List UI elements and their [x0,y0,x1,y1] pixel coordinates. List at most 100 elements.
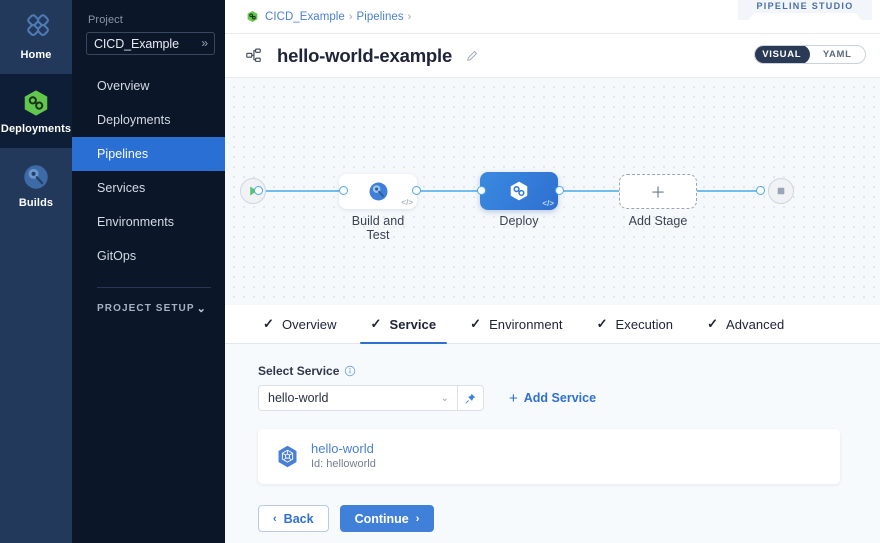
service-select-row: hello-world ⌄ + Add Service [258,385,880,411]
service-card-text: hello-world Id: helloworld [311,441,376,472]
stage-card-build-and-test[interactable]: </> [339,174,417,209]
service-config-panel: Select Service hello-world ⌄ [225,344,880,543]
pipeline-end-node[interactable] [768,178,794,204]
sidebar-section-project-setup[interactable]: PROJECT SETUP ⌄ [72,288,225,315]
wizard-button-row: ‹ Back Continue › [258,505,434,532]
check-icon: ✓ [371,316,382,332]
stage-config-tabs: ✓ Overview ✓ Service ✓ Environment ✓ Exe… [225,305,880,344]
breadcrumb-item-project[interactable]: CICD_Example [265,11,345,23]
rail-item-label: Home [21,49,52,61]
breadcrumb-bar: CICD_Example › Pipelines › PIPELINE STUD… [225,0,880,34]
pin-icon [464,392,477,405]
pipeline-flow: </> Build and Test </> [225,78,880,305]
project-label: Project [72,10,225,30]
rail-item-home[interactable]: Home [0,0,72,74]
stop-square-icon [775,185,787,197]
rail-item-label: Deployments [1,123,71,135]
select-service-label: Select Service [258,364,339,378]
rail-item-builds[interactable]: Builds [0,148,72,222]
pencil-icon[interactable] [465,49,479,63]
continue-button[interactable]: Continue › [340,505,435,532]
stage-output-port[interactable] [555,186,564,195]
tab-advanced[interactable]: ✓ Advanced [690,305,801,343]
end-node-port[interactable] [756,186,765,195]
main-content: CICD_Example › Pipelines › PIPELINE STUD… [225,0,880,543]
home-diamond-icon [21,14,51,44]
select-service-label-row: Select Service [258,364,880,378]
stage-input-port[interactable] [477,186,486,195]
plus-icon [649,183,667,201]
visual-yaml-toggle[interactable]: VISUAL YAML [754,45,866,64]
sidebar-item-services[interactable]: Services [72,171,225,205]
stage-output-port[interactable] [412,186,421,195]
breadcrumb-item-pipelines[interactable]: Pipelines [357,11,404,23]
sidebar-item-deployments[interactable]: Deployments [72,103,225,137]
add-stage-label: Add Stage [619,214,697,228]
project-selector[interactable]: CICD_Example » [86,32,215,55]
sidebar-item-pipelines[interactable]: Pipelines [72,137,225,171]
rail-item-deployments[interactable]: Deployments [0,74,72,148]
stage-label-build-and-test: Build and Test [339,214,417,242]
tab-overview[interactable]: ✓ Overview [246,305,354,343]
sidebar-section-label: PROJECT SETUP [97,303,195,314]
service-select[interactable]: hello-world ⌄ [258,385,458,411]
service-card-name: hello-world [311,441,376,456]
info-icon[interactable] [344,365,356,377]
check-icon: ✓ [597,316,608,332]
add-service-button[interactable]: + Add Service [509,391,596,406]
tab-label: Execution [616,317,674,332]
build-ci-icon [367,180,390,203]
tab-label: Environment [489,317,563,332]
back-button[interactable]: ‹ Back [258,505,329,532]
toggle-option-yaml[interactable]: YAML [810,46,866,63]
module-rail: Home Deployments Builds [0,0,72,543]
add-service-label: Add Service [524,391,596,405]
tab-service[interactable]: ✓ Service [354,305,454,343]
service-card[interactable]: hello-world Id: helloworld [258,429,840,484]
tab-label: Advanced [726,317,784,332]
sidebar-item-overview[interactable]: Overview [72,69,225,103]
stage-label-deploy: Deploy [480,214,558,228]
tab-label: Overview [282,317,337,332]
project-hexagon-icon [246,10,259,23]
back-button-label: Back [284,512,314,526]
breadcrumb-separator: › [408,11,412,23]
pipeline-studio-badge-label: PIPELINE STUDIO [756,0,853,13]
pipeline-title-bar: hello-world-example VISUAL YAML [225,34,880,78]
app-root: Home Deployments Builds [0,0,880,543]
pipeline-canvas[interactable]: </> Build and Test </> [225,78,880,305]
chevron-down-icon: ⌄ [197,302,207,315]
check-icon: ✓ [707,316,718,332]
check-icon: ✓ [263,316,274,332]
double-chevron-right-icon: » [201,37,208,51]
pin-service-button[interactable] [458,385,484,411]
service-select-value: hello-world [268,391,328,405]
project-selector-value: CICD_Example [94,37,179,51]
deployments-hexagon-icon [21,88,51,118]
project-nav-list: Overview Deployments Pipelines Services … [72,69,225,273]
kubernetes-icon [275,444,300,469]
chevron-down-icon: ⌄ [441,393,449,404]
deploy-cd-icon [507,179,531,203]
sidebar-item-environments[interactable]: Environments [72,205,225,239]
tab-label: Service [389,317,436,332]
code-brackets-icon[interactable]: </> [542,199,554,208]
pipeline-nodes-icon [246,48,266,64]
project-sidebar: Project CICD_Example » Overview Deployme… [72,0,225,543]
stage-card-deploy[interactable]: </> [480,172,558,210]
pipeline-studio-badge: PIPELINE STUDIO [738,0,872,20]
builds-circle-icon [21,162,51,192]
check-icon: ✓ [470,316,481,332]
tab-execution[interactable]: ✓ Execution [580,305,691,343]
toggle-option-visual[interactable]: VISUAL [754,45,810,64]
chevron-left-icon: ‹ [273,513,277,525]
add-stage-button[interactable] [619,174,697,209]
breadcrumb-separator: › [349,11,353,23]
tab-environment[interactable]: ✓ Environment [453,305,579,343]
sidebar-item-gitops[interactable]: GitOps [72,239,225,273]
start-node-port[interactable] [254,186,263,195]
rail-item-label: Builds [19,197,53,209]
code-brackets-icon[interactable]: </> [401,198,413,207]
stage-input-port[interactable] [339,186,348,195]
chevron-right-icon: › [416,513,420,525]
